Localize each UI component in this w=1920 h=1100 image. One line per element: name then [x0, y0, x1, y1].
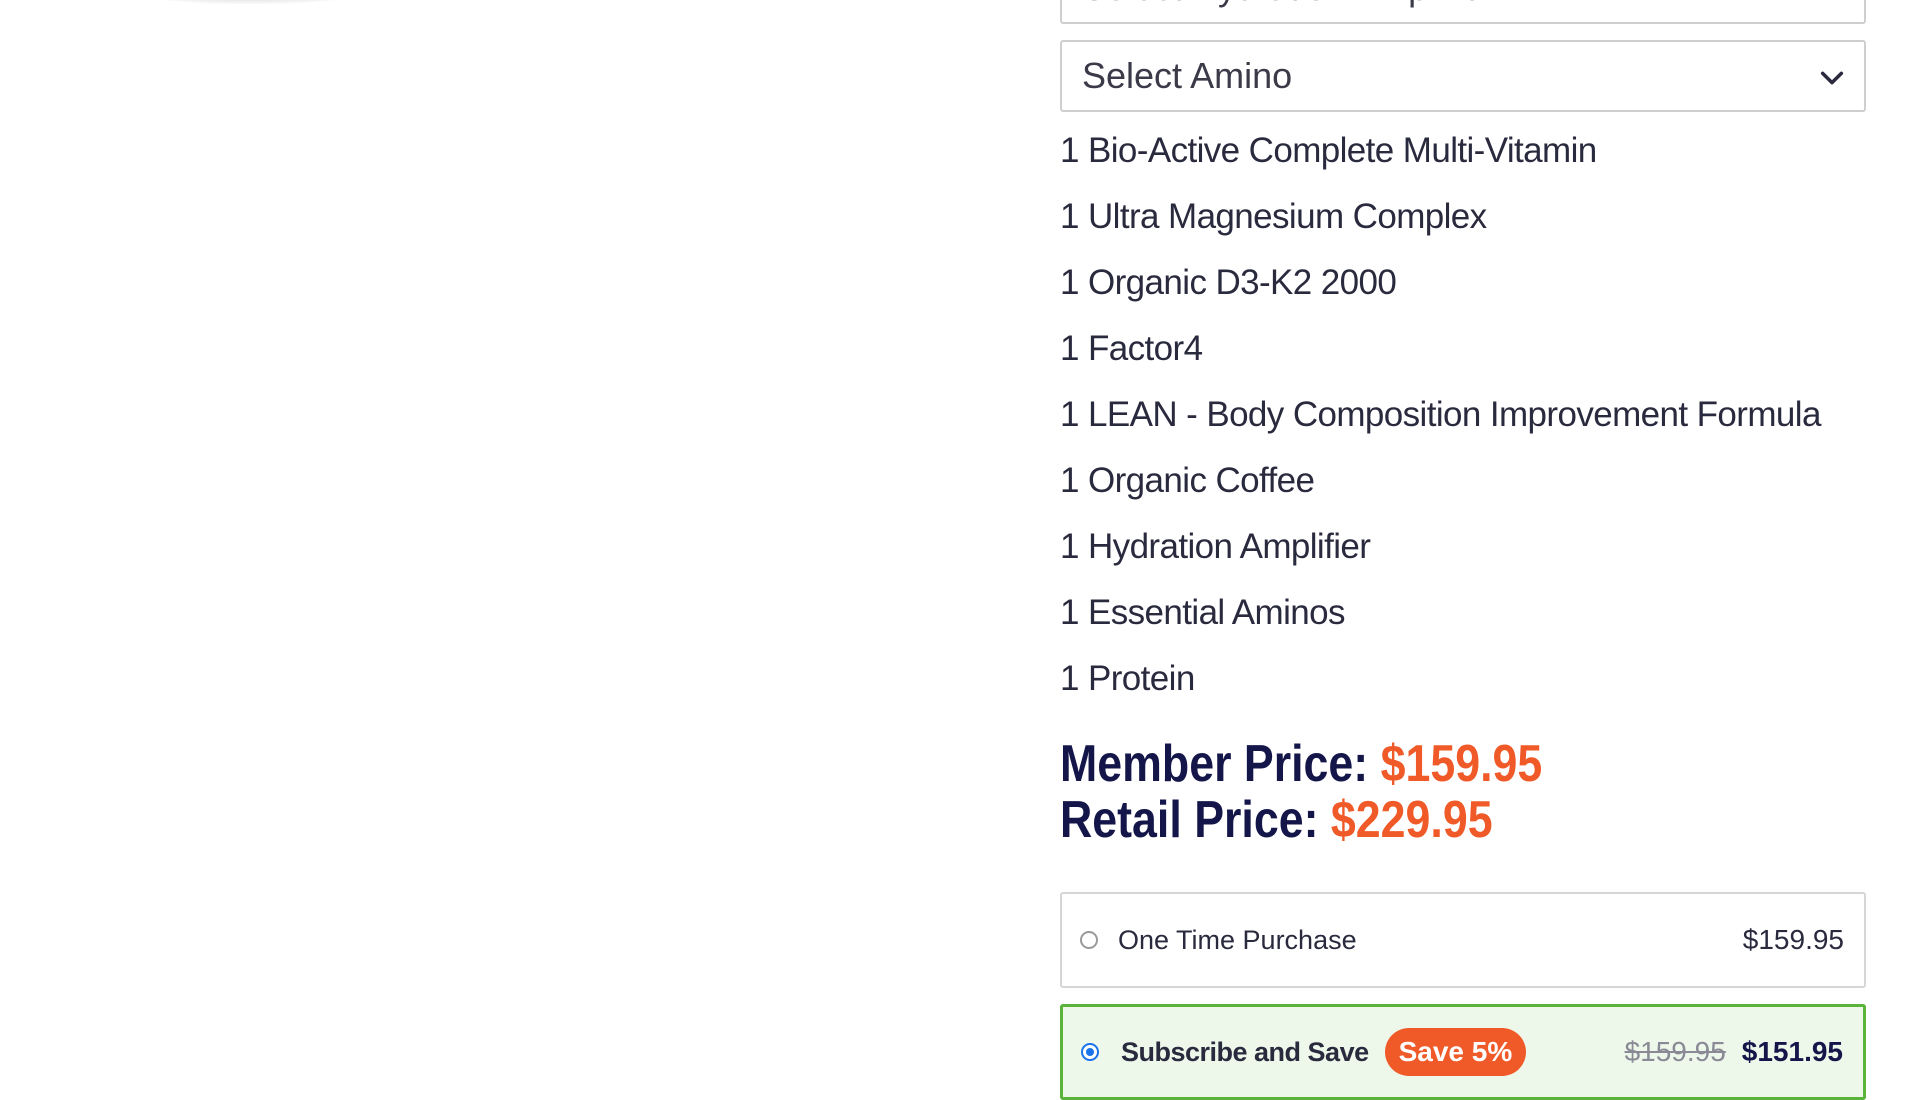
member-price: Member Price: $159.95 — [1060, 736, 1542, 792]
bundle-items-list: 1 Bio-Active Complete Multi-Vitamin 1 Ul… — [1060, 124, 1821, 718]
amino-select-value: Select Amino — [1082, 55, 1293, 96]
subscribe-price: $151.95 — [1741, 1036, 1843, 1067]
list-item: 1 Protein — [1060, 659, 1195, 698]
save-badge: Save 5% — [1384, 1028, 1527, 1076]
chevron-down-icon — [1820, 71, 1844, 85]
subscribe-old-price: $159.95 — [1624, 1036, 1726, 1067]
list-item: 1 Bio-Active Complete Multi-Vitamin — [1060, 131, 1597, 170]
hydration-select-value: Select Hydration Amplifier — [1082, 0, 1494, 9]
retail-price: Retail Price: $229.95 — [1060, 792, 1542, 848]
hydration-amplifier-select[interactable]: Select Hydration Amplifier — [1060, 0, 1866, 24]
subscribe-and-save-option[interactable]: Subscribe and Save Save 5% $159.95 $151.… — [1060, 1004, 1866, 1100]
subscribe-radio[interactable] — [1081, 1043, 1099, 1061]
list-item: 1 Factor4 — [1060, 329, 1203, 368]
one-time-radio[interactable] — [1080, 931, 1098, 949]
amino-select[interactable]: Select Amino — [1060, 40, 1866, 112]
member-price-label: Member Price: — [1060, 735, 1369, 793]
product-image — [100, 0, 400, 4]
subscribe-label: Subscribe and Save — [1121, 1036, 1369, 1067]
list-item: 1 LEAN - Body Composition Improvement Fo… — [1060, 395, 1821, 434]
one-time-price: $159.95 — [1742, 924, 1844, 955]
list-item: 1 Organic D3-K2 2000 — [1060, 263, 1397, 302]
retail-price-value: $229.95 — [1330, 791, 1493, 849]
one-time-purchase-option[interactable]: One Time Purchase $159.95 — [1060, 892, 1866, 988]
list-item: 1 Essential Aminos — [1060, 593, 1346, 632]
price-block: Member Price: $159.95 Retail Price: $229… — [1060, 736, 1621, 848]
member-price-value: $159.95 — [1380, 735, 1543, 793]
retail-price-label: Retail Price: — [1060, 791, 1319, 849]
one-time-label: One Time Purchase — [1118, 924, 1357, 955]
list-item: 1 Ultra Magnesium Complex — [1060, 197, 1487, 236]
list-item: 1 Hydration Amplifier — [1060, 527, 1371, 566]
list-item: 1 Organic Coffee — [1060, 461, 1315, 500]
